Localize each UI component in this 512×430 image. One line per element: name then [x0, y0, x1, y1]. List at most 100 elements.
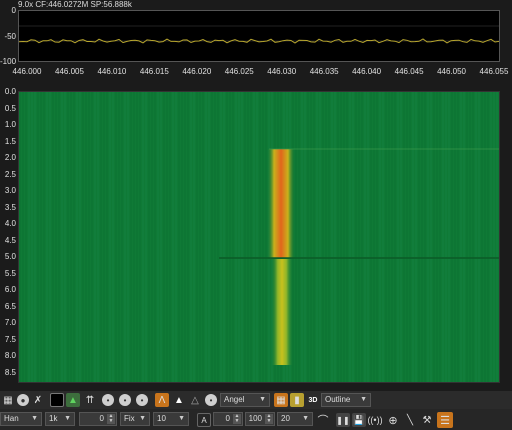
save-icon[interactable]: 💾: [352, 413, 366, 427]
spin-arrows-icon[interactable]: ▲ ▼: [265, 414, 273, 424]
time-axis-label: 0.5: [4, 103, 16, 113]
waterfall-noise-stripe: [481, 92, 483, 382]
offset-spinbox[interactable]: 0 ▲ ▼: [79, 412, 117, 426]
waterfall-noise-stripe: [64, 92, 66, 382]
frequency-axis-label: 446.020: [182, 67, 212, 76]
time-axis-label: 1.5: [4, 136, 16, 146]
circle-icon[interactable]: •: [205, 394, 217, 406]
wrench-icon[interactable]: ⚒: [420, 413, 434, 427]
waterfall-noise-stripe: [139, 92, 141, 382]
waterfall-noise-stripe: [376, 92, 378, 382]
peak-white-icon[interactable]: ▲: [172, 393, 186, 407]
ruler-icon[interactable]: ╲: [403, 413, 417, 427]
a-button[interactable]: A: [197, 413, 211, 427]
chevron-down-icon: ▼: [31, 415, 38, 422]
circle-icon[interactable]: ●: [17, 394, 29, 406]
spectrum-plot[interactable]: [18, 10, 500, 62]
waterfall-noise-stripe: [370, 92, 372, 382]
waterfall-noise-stripe: [193, 92, 195, 382]
waterfall-noise-stripe: [367, 92, 369, 382]
pause-icon[interactable]: ❚❚: [336, 413, 350, 427]
time-axis-label: 8.5: [4, 367, 16, 377]
a-spinbox[interactable]: 0 ▲ ▼: [213, 412, 243, 426]
spin-arrows-icon[interactable]: ▲ ▼: [107, 414, 115, 424]
waterfall-noise-stripe: [37, 92, 39, 382]
waterfall-noise-stripe: [43, 92, 45, 382]
waterfall-noise-stripe: [103, 92, 105, 382]
waterfall-noise-stripe: [490, 92, 492, 382]
curve-icon[interactable]: ⌒: [316, 413, 330, 427]
reference-select-value: 10: [157, 414, 166, 423]
waterfall-noise-stripe: [157, 92, 159, 382]
window-select[interactable]: Han ▼: [0, 412, 42, 426]
frequency-axis-label: 446.000: [12, 67, 42, 76]
waterfall-noise-stripe: [175, 92, 177, 382]
peak-grey-icon[interactable]: △: [188, 393, 202, 407]
range-spinbox[interactable]: 100 ▲ ▼: [245, 412, 275, 426]
reference-select[interactable]: 10 ▼: [153, 412, 189, 426]
fft-size-select[interactable]: 1k ▼: [45, 412, 75, 426]
waterfall-noise-stripe: [88, 92, 90, 382]
circle-icon[interactable]: •: [119, 394, 131, 406]
waterfall-noise-stripe: [298, 92, 300, 382]
grid-icon[interactable]: ▦: [1, 393, 15, 407]
waterfall-noise-stripe: [220, 92, 222, 382]
time-axis-label: 6.5: [4, 301, 16, 311]
circle-icon[interactable]: •: [136, 394, 148, 406]
waterfall-noise-stripe: [97, 92, 99, 382]
waterfall-noise-stripe: [229, 92, 231, 382]
waterfall-noise-stripe: [115, 92, 117, 382]
waterfall-noise-stripe: [133, 92, 135, 382]
waterfall-noise-stripe: [496, 92, 498, 382]
waterfall-display[interactable]: [18, 91, 500, 383]
waterfall-noise-stripe: [241, 92, 243, 382]
waterfall-noise-stripe: [223, 92, 225, 382]
time-axis-label: 5.0: [4, 252, 16, 261]
waterfall-noise-stripe: [85, 92, 87, 382]
waterfall-noise-stripe: [475, 92, 477, 382]
green-peak-icon[interactable]: ▲: [66, 393, 80, 407]
waterfall-noise-stripe: [439, 92, 441, 382]
peak-orange-icon[interactable]: Λ: [155, 393, 169, 407]
spin-arrows-icon[interactable]: ▲ ▼: [233, 414, 241, 424]
grid-orange-icon[interactable]: ▦: [274, 393, 288, 407]
waterfall-noise-stripe: [70, 92, 72, 382]
waterfall-noise-stripe: [55, 92, 57, 382]
circle-icon[interactable]: •: [102, 394, 114, 406]
waterfall-noise-stripe: [328, 92, 330, 382]
time-axis-label: 4.0: [4, 219, 16, 228]
broadcast-icon[interactable]: ((•)): [367, 413, 382, 427]
waterfall-noise-stripe: [316, 92, 318, 382]
target-icon[interactable]: ⊕: [386, 413, 400, 427]
waterfall-noise-stripe: [310, 92, 312, 382]
waterfall-noise-stripe: [73, 92, 75, 382]
waterfall-noise-stripe: [412, 92, 414, 382]
bars-icon[interactable]: ▮: [290, 393, 304, 407]
waterfall-noise-stripe: [463, 92, 465, 382]
antenna-icon[interactable]: ⇈: [83, 393, 97, 407]
waterfall-svg: [19, 92, 499, 382]
3d-icon[interactable]: 3D: [306, 393, 320, 407]
waterfall-noise-stripe: [124, 92, 126, 382]
waterfall-noise-stripe: [208, 92, 210, 382]
scale-select[interactable]: Fix ▼: [120, 412, 150, 426]
menu-icon[interactable]: ☰: [437, 412, 453, 428]
waterfall-noise-stripe: [382, 92, 384, 382]
average-select[interactable]: 20 ▼: [277, 412, 313, 426]
palette-select[interactable]: Angel ▼: [220, 393, 270, 407]
black-square-icon[interactable]: [50, 393, 64, 407]
waterfall-noise-stripe: [169, 92, 171, 382]
waterfall-noise-stripe: [25, 92, 27, 382]
waterfall-noise-stripe: [106, 92, 108, 382]
waterfall-noise-stripe: [76, 92, 78, 382]
waterfall-noise-stripe: [199, 92, 201, 382]
cross-icon[interactable]: ✗: [31, 393, 45, 407]
spectrum-y-label: -100: [0, 57, 17, 66]
waterfall-noise-stripe: [190, 92, 192, 382]
time-axis-label: 1.0: [4, 120, 16, 129]
waterfall-noise-stripe: [265, 92, 267, 382]
outline-select[interactable]: Outline ▼: [321, 393, 371, 407]
waterfall-noise-stripe: [361, 92, 363, 382]
frequency-axis-label: 446.015: [139, 67, 169, 76]
chevron-down-icon: ▼: [302, 415, 309, 422]
